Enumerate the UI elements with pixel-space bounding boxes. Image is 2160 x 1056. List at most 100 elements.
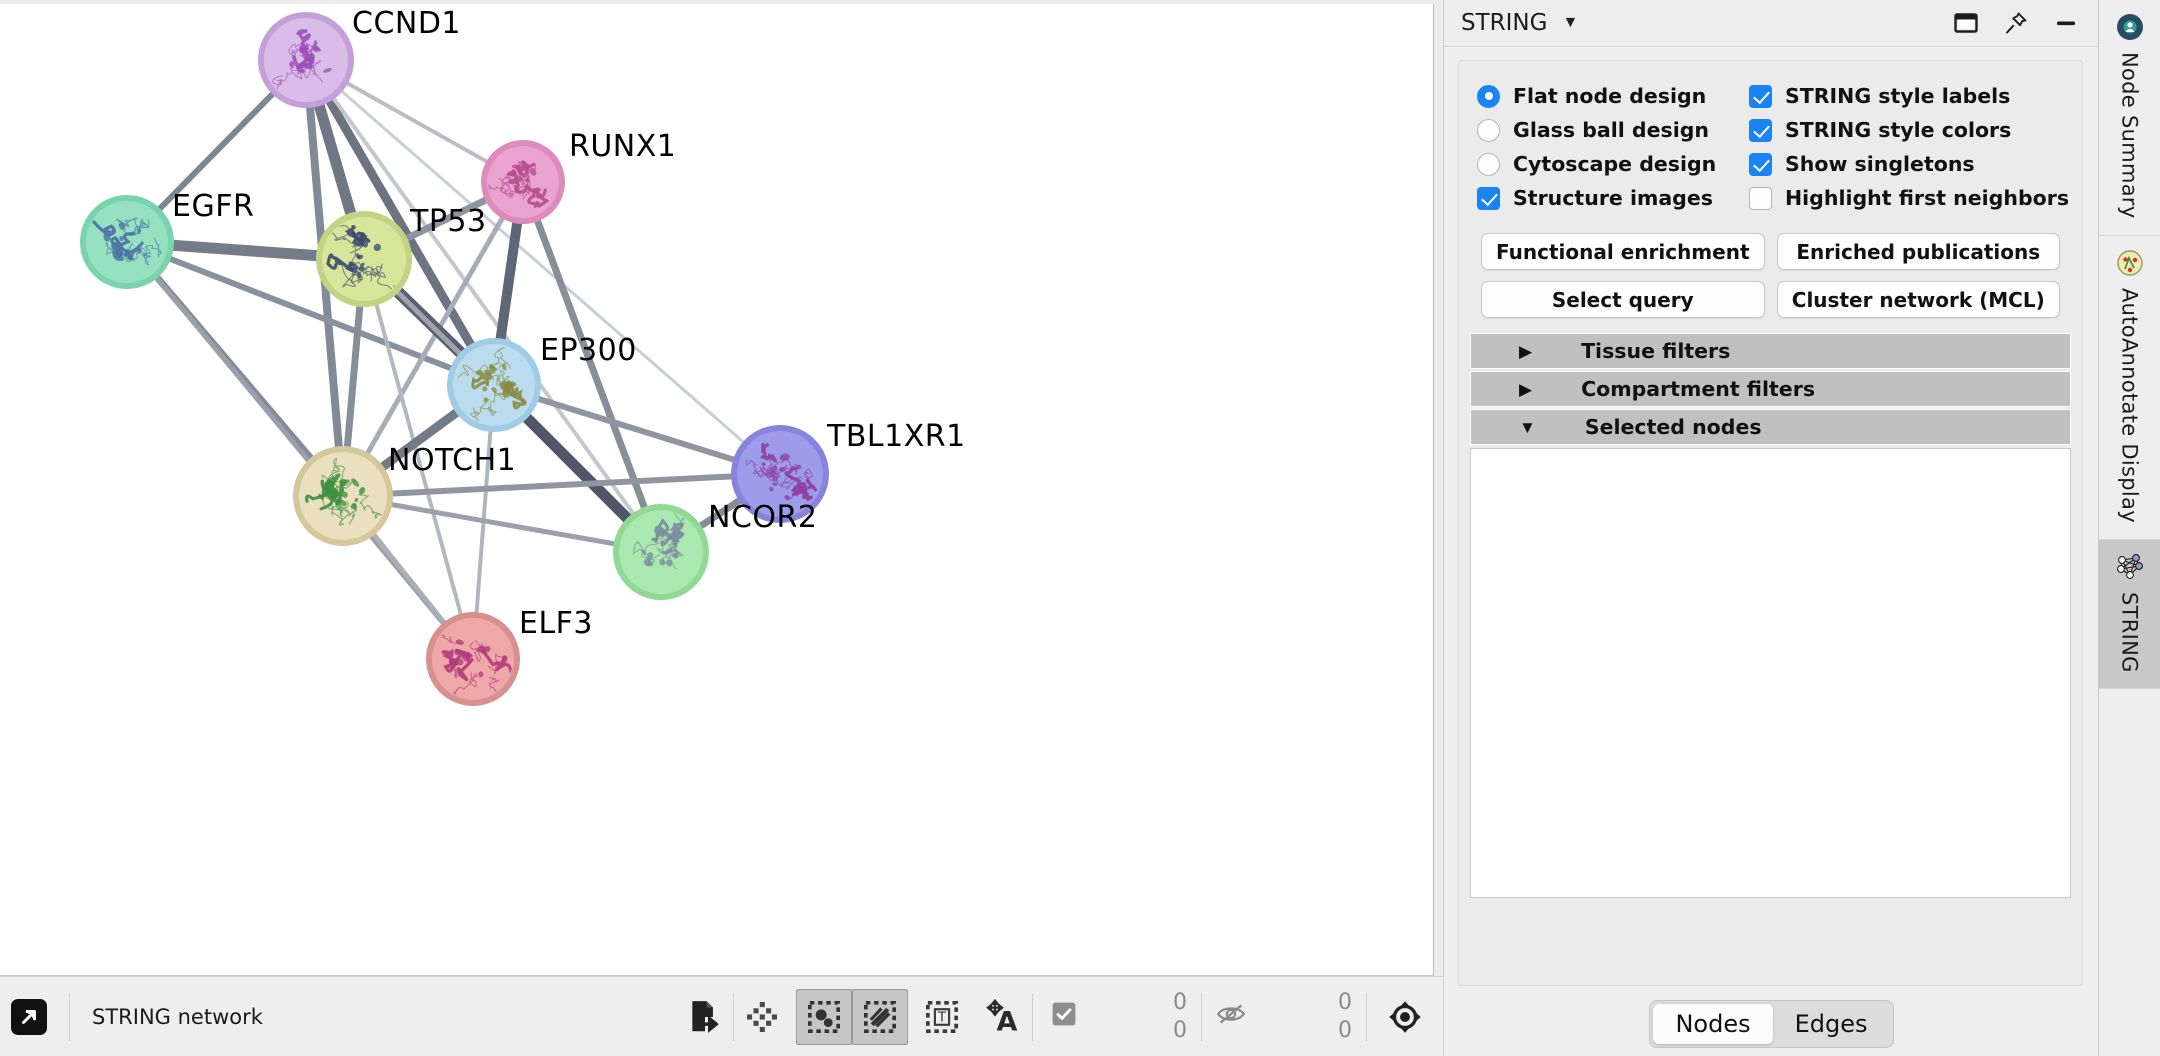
side-tab-autoannotate-display[interactable]: AutoAnnotate Display — [2098, 236, 2160, 540]
collapser-selected-nodes[interactable]: ▼ Selected nodes — [1470, 409, 2071, 445]
network-pane: CCND1 RUNX1 EGFR TP53 EP300 TBL1XR1 NOTCH1 NCOR… — [0, 0, 1443, 1056]
select-query-button[interactable]: Select query — [1481, 281, 1765, 318]
panel-titlebar: STRING ▼ — [1444, 0, 2098, 47]
collapser-label: Tissue filters — [1581, 339, 1731, 363]
checkbox-icon[interactable] — [1749, 186, 1772, 210]
radio-flat-node-design[interactable]: Flat node design — [1477, 79, 1749, 113]
side-tab-label: Node Summary — [2117, 52, 2142, 219]
side-tab-label: AutoAnnotate Display — [2117, 287, 2142, 523]
node-label-egfr: EGFR — [172, 189, 255, 224]
network-node[interactable] — [425, 612, 520, 706]
network-node[interactable] — [447, 338, 541, 432]
enriched-publications-button[interactable]: Enriched publications — [1776, 233, 2060, 270]
node-label-ep300: EP300 — [540, 333, 637, 368]
float-window-icon[interactable] — [1952, 9, 1980, 37]
node-label-ncor2: NCOR2 — [708, 500, 818, 535]
center-view-button[interactable] — [1377, 989, 1433, 1045]
selected-counts: 0 0 — [1129, 989, 1187, 1044]
node-label-elf3: ELF3 — [519, 606, 594, 641]
node-summary-icon — [2113, 10, 2147, 44]
toolbar-divider — [1366, 992, 1367, 1041]
radio-icon[interactable] — [1477, 152, 1500, 176]
toolbar-divider — [69, 992, 70, 1041]
network-node[interactable] — [316, 211, 412, 307]
radio-icon[interactable] — [1477, 118, 1500, 142]
side-tab-label: STRING — [2117, 591, 2142, 673]
node-options-grid: Flat node design STRING style labels Gla… — [1459, 61, 2082, 215]
option-label: Glass ball design — [1513, 118, 1710, 142]
selected-edges-count: 0 — [1173, 1017, 1187, 1043]
selected-nodes-count: 0 — [1173, 990, 1187, 1015]
node-label-tp53: TP53 — [410, 204, 487, 239]
select-nodes-mode-button[interactable] — [796, 988, 852, 1045]
radio-icon[interactable] — [1477, 84, 1500, 108]
option-label: Cytoscape design — [1513, 152, 1717, 176]
hidden-counts: 0 0 — [1294, 989, 1352, 1044]
autoannotate-icon — [2113, 246, 2147, 280]
radio-cytoscape-design[interactable]: Cytoscape design — [1477, 147, 1749, 181]
chevron-right-icon: ▶ — [1519, 379, 1533, 399]
side-tab-node-summary[interactable]: Node Summary — [2098, 0, 2160, 236]
external-link-icon[interactable] — [11, 998, 47, 1035]
node-label-notch1: NOTCH1 — [388, 443, 517, 478]
chevron-down-icon: ▼ — [1519, 417, 1536, 437]
minimize-window-icon[interactable] — [2052, 9, 2080, 37]
checkbox-string-style-colors[interactable]: STRING style colors — [1749, 113, 2082, 147]
radio-glass-ball-design[interactable]: Glass ball design — [1477, 113, 1749, 147]
select-edges-mode-button[interactable] — [852, 988, 908, 1045]
checkbox-icon[interactable] — [1477, 186, 1500, 210]
option-label: Show singletons — [1785, 152, 1975, 176]
tab-edges[interactable]: Edges — [1773, 1004, 1890, 1044]
hidden-eye-icon[interactable] — [1216, 1001, 1246, 1032]
pin-window-icon[interactable] — [2002, 9, 2030, 37]
action-buttons: Functional enrichment Enriched publicati… — [1459, 215, 2082, 318]
checkbox-show-singletons[interactable]: Show singletons — [1749, 147, 2082, 181]
hidden-edges-count: 0 — [1338, 1017, 1352, 1043]
panel-title: STRING — [1461, 10, 1548, 36]
network-toolbar: STRING network T A 0 0 0 0 — [0, 976, 1443, 1056]
application-window: CCND1 RUNX1 EGFR TP53 EP300 TBL1XR1 NOTCH1 NCOR… — [0, 0, 2160, 1056]
network-edge[interactable] — [125, 239, 496, 388]
option-label: STRING style labels — [1785, 84, 2011, 108]
fit-content-button[interactable] — [734, 989, 790, 1045]
svg-text:T: T — [937, 1010, 947, 1025]
network-node[interactable] — [258, 12, 354, 108]
collapser-label: Compartment filters — [1581, 377, 1816, 401]
cluster-network-mcl-button[interactable]: Cluster network (MCL) — [1776, 281, 2060, 318]
checkbox-structure-images[interactable]: Structure images — [1477, 181, 1749, 215]
functional-enrichment-button[interactable]: Functional enrichment — [1481, 233, 1765, 270]
chevron-down-icon[interactable]: ▼ — [1562, 15, 1578, 31]
hidden-nodes-count: 0 — [1338, 990, 1352, 1015]
selected-nodes-list[interactable] — [1470, 448, 2071, 898]
network-title: STRING network — [92, 1004, 263, 1029]
chevron-right-icon: ▶ — [1519, 341, 1533, 361]
checkbox-icon[interactable] — [1749, 84, 1772, 108]
checkbox-string-style-labels[interactable]: STRING style labels — [1749, 79, 2082, 113]
network-node[interactable] — [293, 446, 393, 546]
network-node[interactable] — [478, 140, 565, 224]
string-network-icon — [2113, 550, 2147, 584]
checkbox-icon[interactable] — [1749, 118, 1772, 142]
option-label: STRING style colors — [1785, 118, 2012, 142]
checkbox-icon[interactable] — [1749, 152, 1772, 176]
node-label-ccnd1: CCND1 — [352, 6, 462, 41]
network-node[interactable] — [613, 503, 709, 600]
network-canvas[interactable]: CCND1 RUNX1 EGFR TP53 EP300 TBL1XR1 NOTCH1 NCOR… — [0, 4, 1434, 976]
export-image-button[interactable] — [677, 989, 733, 1045]
collapser-label: Selected nodes — [1584, 415, 1762, 439]
node-label-runx1: RUNX1 — [569, 129, 677, 164]
filter-sections: ▶ Tissue filters ▶ Compartment filters ▼… — [1459, 318, 2082, 445]
tab-nodes[interactable]: Nodes — [1653, 1004, 1773, 1044]
select-annotations-button[interactable]: T — [914, 989, 970, 1045]
network-node[interactable] — [80, 195, 174, 289]
node-layer — [80, 12, 829, 706]
collapser-tissue-filters[interactable]: ▶ Tissue filters — [1470, 333, 2071, 369]
checkbox-highlight-first-neighbors[interactable]: Highlight first neighbors — [1749, 181, 2082, 215]
move-labels-button[interactable]: A — [976, 989, 1032, 1045]
network-graph[interactable] — [0, 4, 1434, 976]
option-label: Highlight first neighbors — [1785, 186, 2070, 210]
selection-checkbox-icon[interactable] — [1051, 1001, 1077, 1032]
collapser-compartment-filters[interactable]: ▶ Compartment filters — [1470, 371, 2071, 407]
side-tab-string[interactable]: STRING — [2098, 539, 2160, 690]
side-tab-strip: Node Summary AutoAnnotate Display STRING — [2098, 0, 2160, 1056]
